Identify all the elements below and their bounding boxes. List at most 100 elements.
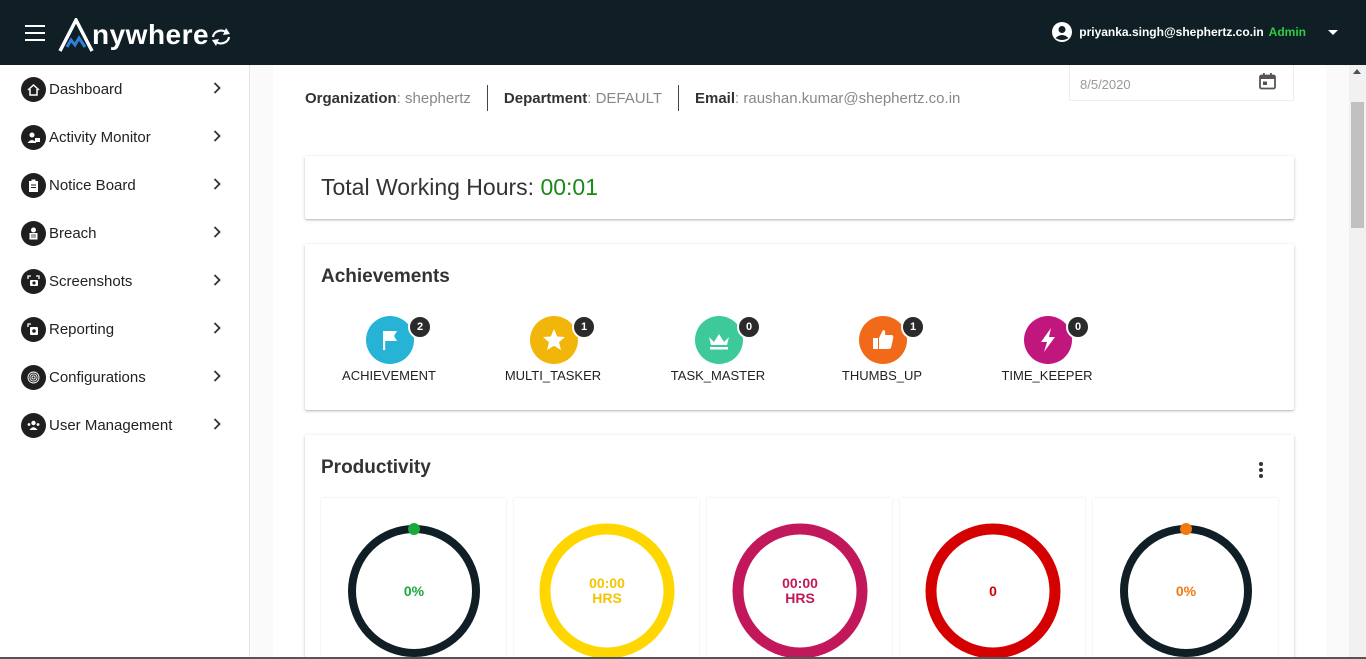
crown-icon [695, 316, 743, 364]
working-hours-card: Total Working Hours: 00:01 [305, 156, 1294, 219]
sidebar-item-user-management[interactable]: User Management [0, 401, 249, 449]
main-content: Organization : shephertz Department : DE… [273, 65, 1326, 659]
sidebar-item-label: Breach [49, 224, 97, 242]
badge-count: 1 [901, 315, 925, 339]
caret-down-icon[interactable] [1328, 29, 1338, 35]
sidebar-item-notice-board[interactable]: Notice Board [0, 161, 249, 209]
person-monitor-icon [21, 124, 46, 150]
sidebar-item-breach[interactable]: Breach [0, 209, 249, 257]
badge-task-master[interactable]: 0 TASK_MASTER [648, 315, 778, 386]
ring-value-line1: 00:00 [782, 575, 818, 591]
sidebar-item-label: Dashboard [49, 80, 123, 98]
user-info-row: Organization : shephertz Department : DE… [305, 85, 976, 111]
app-logo[interactable]: nywhere [58, 12, 209, 52]
top-app-bar: nywhere priyanka.singh@shephertz.co.in A… [0, 0, 1366, 65]
sidebar-item-screenshots[interactable]: Screenshots [0, 257, 249, 305]
ring-value-line2: HRS [785, 590, 815, 606]
chevron-right-icon [213, 178, 221, 190]
email-info: Email : raushan.kumar@shephertz.co.in [678, 85, 976, 111]
chevron-right-icon [213, 226, 221, 238]
scroll-up-arrow-icon[interactable] [1353, 69, 1361, 74]
sidebar-item-configurations[interactable]: Configurations [0, 353, 249, 401]
badge-label: TIME_KEEPER [1001, 368, 1093, 383]
achievements-card: Achievements 2 ACHIEVEMENT 1 MULTI_TASKE… [305, 244, 1294, 410]
sync-icon[interactable] [209, 26, 233, 48]
productivity-tile: 00:00 HRS [514, 498, 699, 659]
badge-time-keeper[interactable]: 0 TIME_KEEPER [977, 315, 1107, 386]
badge-count: 0 [737, 315, 761, 339]
productivity-title: Productivity [321, 457, 431, 478]
working-hours-label: Total Working Hours: [321, 174, 541, 200]
user-menu[interactable]: priyanka.singh@shephertz.co.in Admin [1051, 21, 1338, 43]
productivity-tile: 00:00 HRS [707, 498, 892, 659]
organization-label: Organization [305, 89, 397, 107]
lightning-icon [1024, 316, 1072, 364]
department-info: Department : DEFAULT [486, 85, 678, 111]
flag-icon [366, 316, 414, 364]
badge-label: MULTI_TASKER [504, 368, 602, 383]
logo-a-icon [58, 18, 94, 52]
productivity-tile: 0 [900, 498, 1085, 659]
ring-value: 0 [925, 523, 1061, 659]
users-icon [21, 412, 46, 438]
user-role: Admin [1268, 25, 1306, 39]
badge-label: TASK_MASTER [670, 368, 766, 383]
chevron-right-icon [213, 82, 221, 94]
ring-value-line1: 0% [403, 582, 425, 599]
organization-value: : shephertz [396, 89, 471, 107]
badge-achievement[interactable]: 2 ACHIEVEMENT [319, 315, 449, 386]
more-vert-icon[interactable] [1258, 461, 1264, 479]
sidebar-item-label: Configurations [49, 368, 146, 386]
vertical-scrollbar[interactable] [1349, 65, 1366, 659]
thumbs-up-icon [859, 316, 907, 364]
chevron-right-icon [213, 370, 221, 382]
chevron-right-icon [213, 274, 221, 286]
calendar-icon[interactable] [1258, 72, 1277, 91]
email-label: Email [695, 89, 736, 107]
department-label: Department [503, 89, 588, 107]
user-email: priyanka.singh@shephertz.co.in [1079, 25, 1264, 39]
email-value: : raushan.kumar@shephertz.co.in [735, 89, 961, 107]
sidebar-item-label: Reporting [49, 320, 115, 338]
badge-label: ACHIEVEMENT [342, 368, 436, 383]
ring-value: 0% [346, 523, 482, 659]
organization-info: Organization : shephertz [305, 85, 487, 111]
chevron-right-icon [213, 418, 221, 430]
menu-icon[interactable] [25, 25, 45, 41]
scroll-thumb[interactable] [1351, 102, 1364, 228]
screenshot-icon [21, 268, 46, 294]
productivity-card: Productivity 0% 00:00 HRS 00:00 HRS 0 0% [305, 435, 1294, 659]
breach-icon [21, 220, 46, 246]
working-hours-value: 00:01 [540, 174, 598, 200]
date-value: 8/5/2020 [1080, 77, 1131, 92]
ring-value-line2: HRS [592, 590, 622, 606]
sidebar-item-reporting[interactable]: Reporting [0, 305, 249, 353]
sidebar: Dashboard Activity Monitor Notice Board … [0, 65, 250, 659]
report-icon [21, 316, 46, 342]
sidebar-item-label: Activity Monitor [49, 128, 151, 146]
logo-text: nywhere [92, 19, 210, 50]
sidebar-item-dashboard[interactable]: Dashboard [0, 65, 249, 113]
sidebar-item-label: Notice Board [49, 176, 136, 194]
fingerprint-icon [21, 364, 46, 390]
date-picker[interactable]: 8/5/2020 [1069, 65, 1294, 101]
sidebar-item-activity-monitor[interactable]: Activity Monitor [0, 113, 249, 161]
working-hours-text: Total Working Hours: 00:01 [321, 174, 598, 201]
badge-multi-tasker[interactable]: 1 MULTI_TASKER [483, 315, 613, 386]
ring-value-line1: 0% [1175, 582, 1197, 599]
ring-value-line1: 0 [989, 582, 997, 599]
chevron-right-icon [213, 130, 221, 142]
ring-value: 00:00 HRS [732, 523, 868, 659]
badge-thumbs-up[interactable]: 1 THUMBS_UP [812, 315, 942, 386]
badge-count: 0 [1066, 315, 1090, 339]
star-icon [530, 316, 578, 364]
badge-label: THUMBS_UP [841, 368, 923, 383]
ring-value: 00:00 HRS [539, 523, 675, 659]
ring-value: 0% [1118, 523, 1254, 659]
ring-value-line1: 00:00 [589, 575, 625, 591]
department-value: : DEFAULT [587, 89, 662, 107]
home-icon [21, 76, 46, 102]
achievements-title: Achievements [321, 266, 450, 287]
sidebar-item-label: Screenshots [49, 272, 133, 290]
chevron-right-icon [213, 322, 221, 334]
